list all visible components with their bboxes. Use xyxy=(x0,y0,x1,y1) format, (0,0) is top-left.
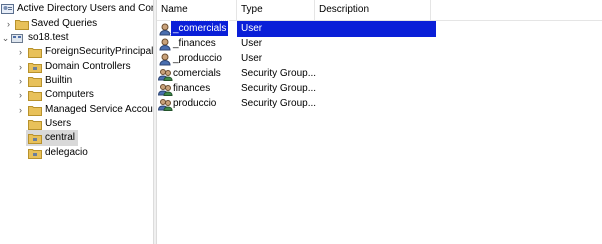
row-type: Security Group... xyxy=(241,83,317,94)
row-type: User xyxy=(241,38,263,49)
tree-item-label: central xyxy=(45,132,76,143)
aduc-console-icon xyxy=(1,3,15,15)
folder-icon xyxy=(28,89,42,101)
column-header-description[interactable]: Description xyxy=(315,0,431,20)
row-type: Security Group... xyxy=(241,98,317,109)
row-name: produccio xyxy=(173,98,217,109)
list-item[interactable]: _produccio User xyxy=(157,51,602,67)
chevron-right-icon[interactable]: › xyxy=(16,44,25,60)
row-type: User xyxy=(241,53,263,64)
details-list: Name Type Description _comercials User _… xyxy=(157,0,602,244)
user-icon xyxy=(159,53,173,66)
tree-item-label: delegacio xyxy=(45,147,88,158)
tree-item-delegacio[interactable]: delegacio xyxy=(0,145,153,161)
folder-icon xyxy=(28,46,42,58)
folder-icon xyxy=(15,18,29,30)
folder-icon xyxy=(28,104,42,116)
row-name: finances xyxy=(173,83,211,94)
list-item[interactable]: _finances User xyxy=(157,36,602,52)
column-header-type[interactable]: Type xyxy=(237,0,315,20)
user-icon xyxy=(159,38,173,51)
list-item[interactable]: _comercials User xyxy=(157,20,602,37)
group-icon xyxy=(158,98,174,111)
group-icon xyxy=(158,68,174,81)
tree-item-label: Computers xyxy=(45,89,94,100)
tree-item-label: ForeignSecurityPrincipals xyxy=(45,46,153,57)
row-name: _finances xyxy=(173,38,216,49)
ou-folder-icon xyxy=(28,132,42,144)
row-name: _comercials xyxy=(169,20,230,37)
folder-icon xyxy=(28,118,42,130)
ou-folder-icon xyxy=(28,147,42,159)
row-type: User xyxy=(237,21,436,37)
domain-icon xyxy=(10,32,24,44)
folder-icon xyxy=(28,75,42,87)
row-type: Security Group... xyxy=(241,68,317,79)
tree-item-foreignsecurityprincipals[interactable]: › ForeignSecurityPrincipals xyxy=(0,44,153,60)
list-item[interactable]: produccio Security Group... xyxy=(157,96,602,112)
tree-item-central[interactable]: central xyxy=(26,130,78,146)
ou-folder-icon xyxy=(28,61,42,73)
tree-root[interactable]: Active Directory Users and Com xyxy=(0,1,153,17)
console-tree: Active Directory Users and Com › Saved Q… xyxy=(0,0,153,244)
list-item[interactable]: finances Security Group... xyxy=(157,81,602,97)
list-item[interactable]: comercials Security Group... xyxy=(157,66,602,82)
row-name: comercials xyxy=(173,68,221,79)
group-icon xyxy=(158,83,174,96)
chevron-right-icon[interactable]: › xyxy=(16,87,25,103)
row-name: _produccio xyxy=(173,53,222,64)
column-header-name[interactable]: Name xyxy=(157,0,237,20)
tree-root-label: Active Directory Users and Com xyxy=(17,3,153,14)
tree-item-computers[interactable]: › Computers xyxy=(0,87,153,103)
